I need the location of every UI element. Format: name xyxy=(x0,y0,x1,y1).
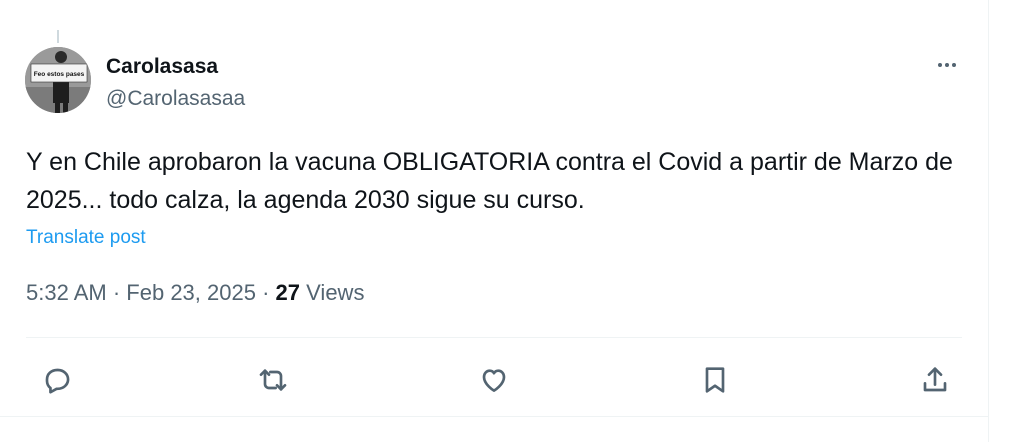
divider xyxy=(0,416,988,417)
bookmark-button[interactable] xyxy=(695,360,735,400)
avatar[interactable]: Feo estos pases xyxy=(25,47,91,113)
post-text: Y en Chile aprobaron la vacuna OBLIGATOR… xyxy=(26,148,953,214)
translate-post-link[interactable]: Translate post xyxy=(26,227,146,249)
post-time[interactable]: 5:32 AM xyxy=(26,280,107,305)
column-border xyxy=(988,0,989,442)
avatar-sign-text: Feo estos pases xyxy=(34,71,85,78)
reply-button[interactable] xyxy=(37,360,77,400)
display-name[interactable]: Carolasasa xyxy=(106,55,218,79)
repost-button[interactable] xyxy=(253,360,293,400)
meta-separator: · xyxy=(112,280,121,305)
repost-arrows-icon xyxy=(259,369,287,391)
speech-bubble-icon xyxy=(45,368,70,394)
views-label[interactable]: Views xyxy=(306,280,364,305)
divider xyxy=(26,337,962,338)
heart-icon xyxy=(482,369,506,392)
views-count[interactable]: 27 xyxy=(276,280,300,305)
share-button[interactable] xyxy=(915,360,955,400)
like-button[interactable] xyxy=(474,360,514,400)
meta-separator: · xyxy=(262,280,270,305)
bookmark-icon xyxy=(705,367,725,393)
more-dots-icon xyxy=(938,63,956,67)
avatar-image: Feo estos pases xyxy=(25,47,91,113)
post-date[interactable]: Feb 23, 2025 xyxy=(126,280,256,305)
more-options-button[interactable] xyxy=(928,50,966,80)
share-upload-icon xyxy=(923,367,947,392)
user-handle[interactable]: @Carolasasaa xyxy=(106,87,245,111)
thread-connector-line xyxy=(57,30,59,43)
post-metadata: 5:32 AM · Feb 23, 2025 · 27 Views xyxy=(26,280,364,306)
